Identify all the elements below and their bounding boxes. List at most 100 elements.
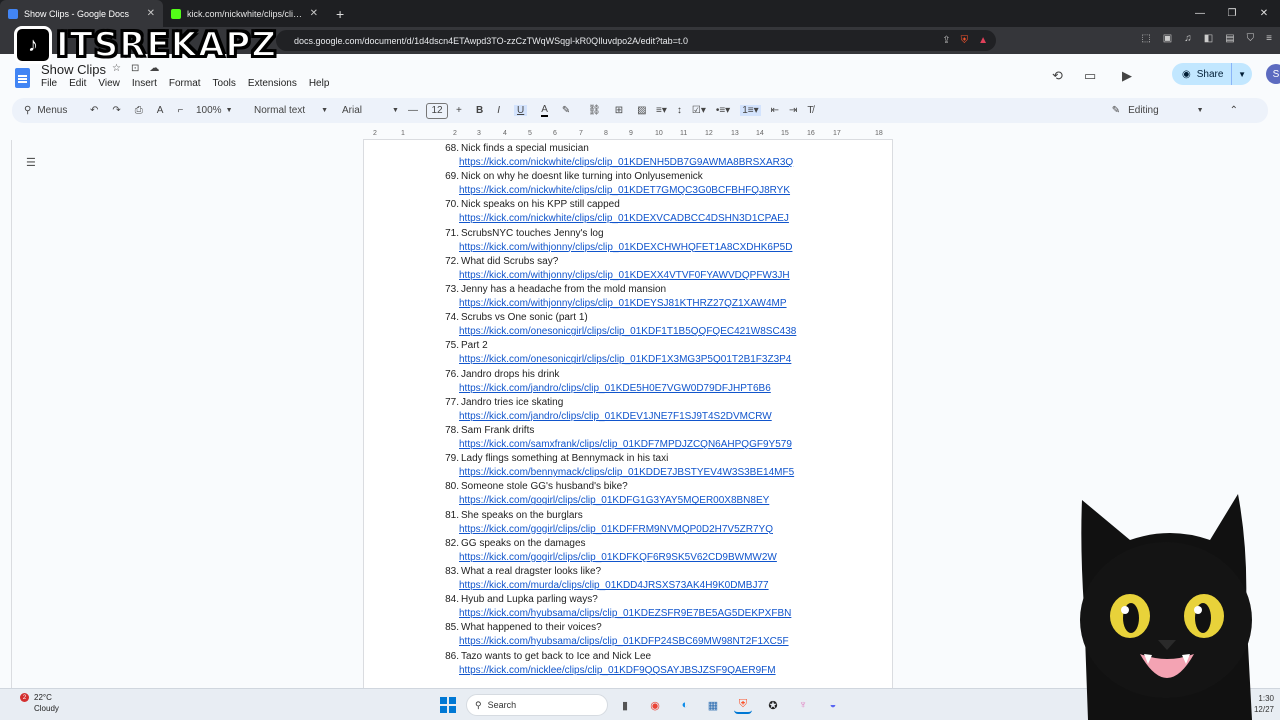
- discord-icon[interactable]: ◒: [824, 696, 842, 714]
- paint-format-icon[interactable]: ⌐: [177, 105, 183, 116]
- underline-icon[interactable]: U: [514, 105, 528, 116]
- start-button[interactable]: [440, 697, 456, 713]
- clip-link[interactable]: https://kick.com/withjonny/clips/clip_01…: [459, 269, 790, 283]
- numbered-list-icon[interactable]: 1≡▾: [740, 105, 761, 116]
- share-page-icon[interactable]: ⇪: [942, 35, 950, 46]
- align-icon[interactable]: ≡▾: [656, 105, 667, 116]
- menu-icon[interactable]: ≡: [1266, 33, 1272, 44]
- menu-file[interactable]: File: [41, 78, 57, 89]
- close-window-icon[interactable]: ✕: [1248, 0, 1280, 27]
- brave-rewards-icon[interactable]: ▲: [978, 35, 988, 46]
- address-bar[interactable]: docs.google.com/document/d/1d4dscn4ETAwp…: [276, 30, 996, 51]
- restore-icon[interactable]: ❐: [1216, 0, 1248, 27]
- clip-link[interactable]: https://kick.com/hyubsama/clips/clip_01K…: [459, 607, 791, 621]
- taskbar-search[interactable]: ⚲ Search: [466, 694, 608, 716]
- menu-tools[interactable]: Tools: [213, 78, 236, 89]
- bold-icon[interactable]: B: [476, 105, 483, 116]
- list-number: 78.: [445, 425, 459, 436]
- search-icon[interactable]: ⚲: [24, 105, 31, 116]
- italic-icon[interactable]: I: [497, 105, 500, 116]
- menu-help[interactable]: Help: [309, 78, 330, 89]
- font-select[interactable]: Arial ▼: [342, 98, 399, 123]
- clip-link[interactable]: https://kick.com/withjonny/clips/clip_01…: [459, 297, 787, 311]
- menu-extensions[interactable]: Extensions: [248, 78, 297, 89]
- app-icon[interactable]: ✪: [764, 696, 782, 714]
- comments-icon[interactable]: ▭: [1084, 68, 1096, 84]
- text-color-icon[interactable]: A: [541, 104, 548, 117]
- clip-link[interactable]: https://kick.com/jandro/clips/clip_01KDE…: [459, 410, 772, 424]
- clip-link[interactable]: https://kick.com/gogirl/clips/clip_01KDF…: [459, 551, 777, 565]
- clip-link[interactable]: https://kick.com/withjonny/clips/clip_01…: [459, 241, 792, 255]
- bulleted-list-icon[interactable]: •≡▾: [716, 105, 730, 116]
- close-icon[interactable]: ✕: [310, 8, 318, 19]
- avatar[interactable]: S: [1266, 64, 1280, 84]
- version-history-icon[interactable]: ⟲: [1052, 68, 1063, 84]
- app-icon[interactable]: ♆: [794, 696, 812, 714]
- share-button[interactable]: ◉ Share ▼: [1172, 63, 1252, 85]
- clip-link[interactable]: https://kick.com/gogirl/clips/clip_01KDF…: [459, 494, 769, 508]
- clip-link[interactable]: https://kick.com/nickwhite/clips/clip_01…: [459, 184, 790, 198]
- chrome-icon[interactable]: ◉: [646, 696, 664, 714]
- clip-link[interactable]: https://kick.com/onesonicgirl/clips/clip…: [459, 325, 796, 339]
- weather-widget[interactable]: 22°C Cloudy: [34, 692, 59, 714]
- highlight-icon[interactable]: ✎: [562, 105, 570, 116]
- extension-icon[interactable]: ▣: [1163, 33, 1172, 44]
- menu-edit[interactable]: Edit: [69, 78, 86, 89]
- sidebar-icon[interactable]: ◧: [1204, 33, 1213, 44]
- style-select[interactable]: Normal text ▼: [254, 98, 328, 123]
- clear-formatting-icon[interactable]: T̸: [807, 105, 813, 116]
- clip-link[interactable]: https://kick.com/nickwhite/clips/clip_01…: [459, 212, 789, 226]
- add-comment-icon[interactable]: ⊞: [615, 105, 623, 116]
- document-outline-icon[interactable]: ☰: [26, 156, 44, 170]
- clip-link[interactable]: https://kick.com/gogirl/clips/clip_01KDF…: [459, 523, 773, 537]
- store-icon[interactable]: ▦: [704, 696, 722, 714]
- clip-link[interactable]: https://kick.com/bennymack/clips/clip_01…: [459, 466, 794, 480]
- undo-icon[interactable]: ↶: [90, 105, 98, 116]
- clip-link[interactable]: https://kick.com/samxfrank/clips/clip_01…: [459, 438, 792, 452]
- docs-logo-icon[interactable]: [15, 68, 30, 88]
- checklist-icon[interactable]: ☑▾: [692, 105, 706, 116]
- clip-link[interactable]: https://kick.com/jandro/clips/clip_01KDE…: [459, 382, 771, 396]
- font-size-input[interactable]: 12: [426, 102, 448, 119]
- brave-icon[interactable]: ⛨: [734, 696, 752, 714]
- insert-image-icon[interactable]: ▨: [637, 105, 646, 116]
- menu-view[interactable]: View: [98, 78, 120, 89]
- line-spacing-icon[interactable]: ↕: [677, 105, 682, 116]
- file-explorer-icon[interactable]: ▮: [616, 696, 634, 714]
- edge-icon[interactable]: ◐: [676, 696, 694, 714]
- zoom-select[interactable]: 100% ▼: [196, 98, 233, 123]
- clip-link[interactable]: https://kick.com/hyubsama/clips/clip_01K…: [459, 635, 789, 649]
- increase-indent-icon[interactable]: ⇥: [789, 105, 797, 116]
- media-icon[interactable]: ♫: [1184, 33, 1192, 44]
- vpn-icon[interactable]: ⛉: [1247, 33, 1255, 44]
- decrease-size-icon[interactable]: —: [408, 105, 418, 116]
- print-icon[interactable]: ⎙: [135, 105, 143, 116]
- collapse-toolbar-icon[interactable]: ⌃: [1230, 105, 1238, 116]
- increase-size-icon[interactable]: +: [456, 105, 462, 116]
- chevron-down-icon[interactable]: ▼: [1231, 63, 1252, 85]
- redo-icon[interactable]: ↷: [112, 105, 120, 116]
- link-icon[interactable]: ⛓: [588, 105, 601, 116]
- editing-mode-select[interactable]: ✎ Editing ▼ ⌃: [1112, 98, 1238, 123]
- clip-link[interactable]: https://kick.com/murda/clips/clip_01KDD4…: [459, 579, 769, 593]
- list-number: 72.: [445, 255, 459, 267]
- tab-kick-clip[interactable]: kick.com/nickwhite/clips/clip_01KDE... ✕: [163, 0, 326, 27]
- meet-icon[interactable]: ▶: [1122, 68, 1132, 84]
- close-icon[interactable]: ✕: [147, 8, 155, 19]
- new-tab-button[interactable]: +: [326, 0, 354, 27]
- spellcheck-icon[interactable]: A: [157, 105, 164, 116]
- extension-icon[interactable]: ⬚: [1141, 33, 1150, 44]
- document-page[interactable]: 68. Nick finds a special musician https://…: [363, 140, 893, 688]
- clip-link[interactable]: https://kick.com/nickwhite/clips/clip_01…: [459, 156, 793, 170]
- minimize-icon[interactable]: —: [1184, 0, 1216, 27]
- brave-shield-icon[interactable]: ⛨: [961, 35, 969, 46]
- menus-search[interactable]: Menus: [37, 105, 67, 116]
- decrease-indent-icon[interactable]: ⇤: [771, 105, 779, 116]
- tab-show-clips[interactable]: Show Clips - Google Docs ✕: [0, 0, 163, 27]
- wallet-icon[interactable]: ▤: [1225, 33, 1234, 44]
- clip-link[interactable]: https://kick.com/nicklee/clips/clip_01KD…: [459, 664, 776, 678]
- editing-mode-value: Editing: [1128, 105, 1159, 116]
- menu-format[interactable]: Format: [169, 78, 201, 89]
- clip-link[interactable]: https://kick.com/onesonicgirl/clips/clip…: [459, 353, 791, 367]
- menu-insert[interactable]: Insert: [132, 78, 157, 89]
